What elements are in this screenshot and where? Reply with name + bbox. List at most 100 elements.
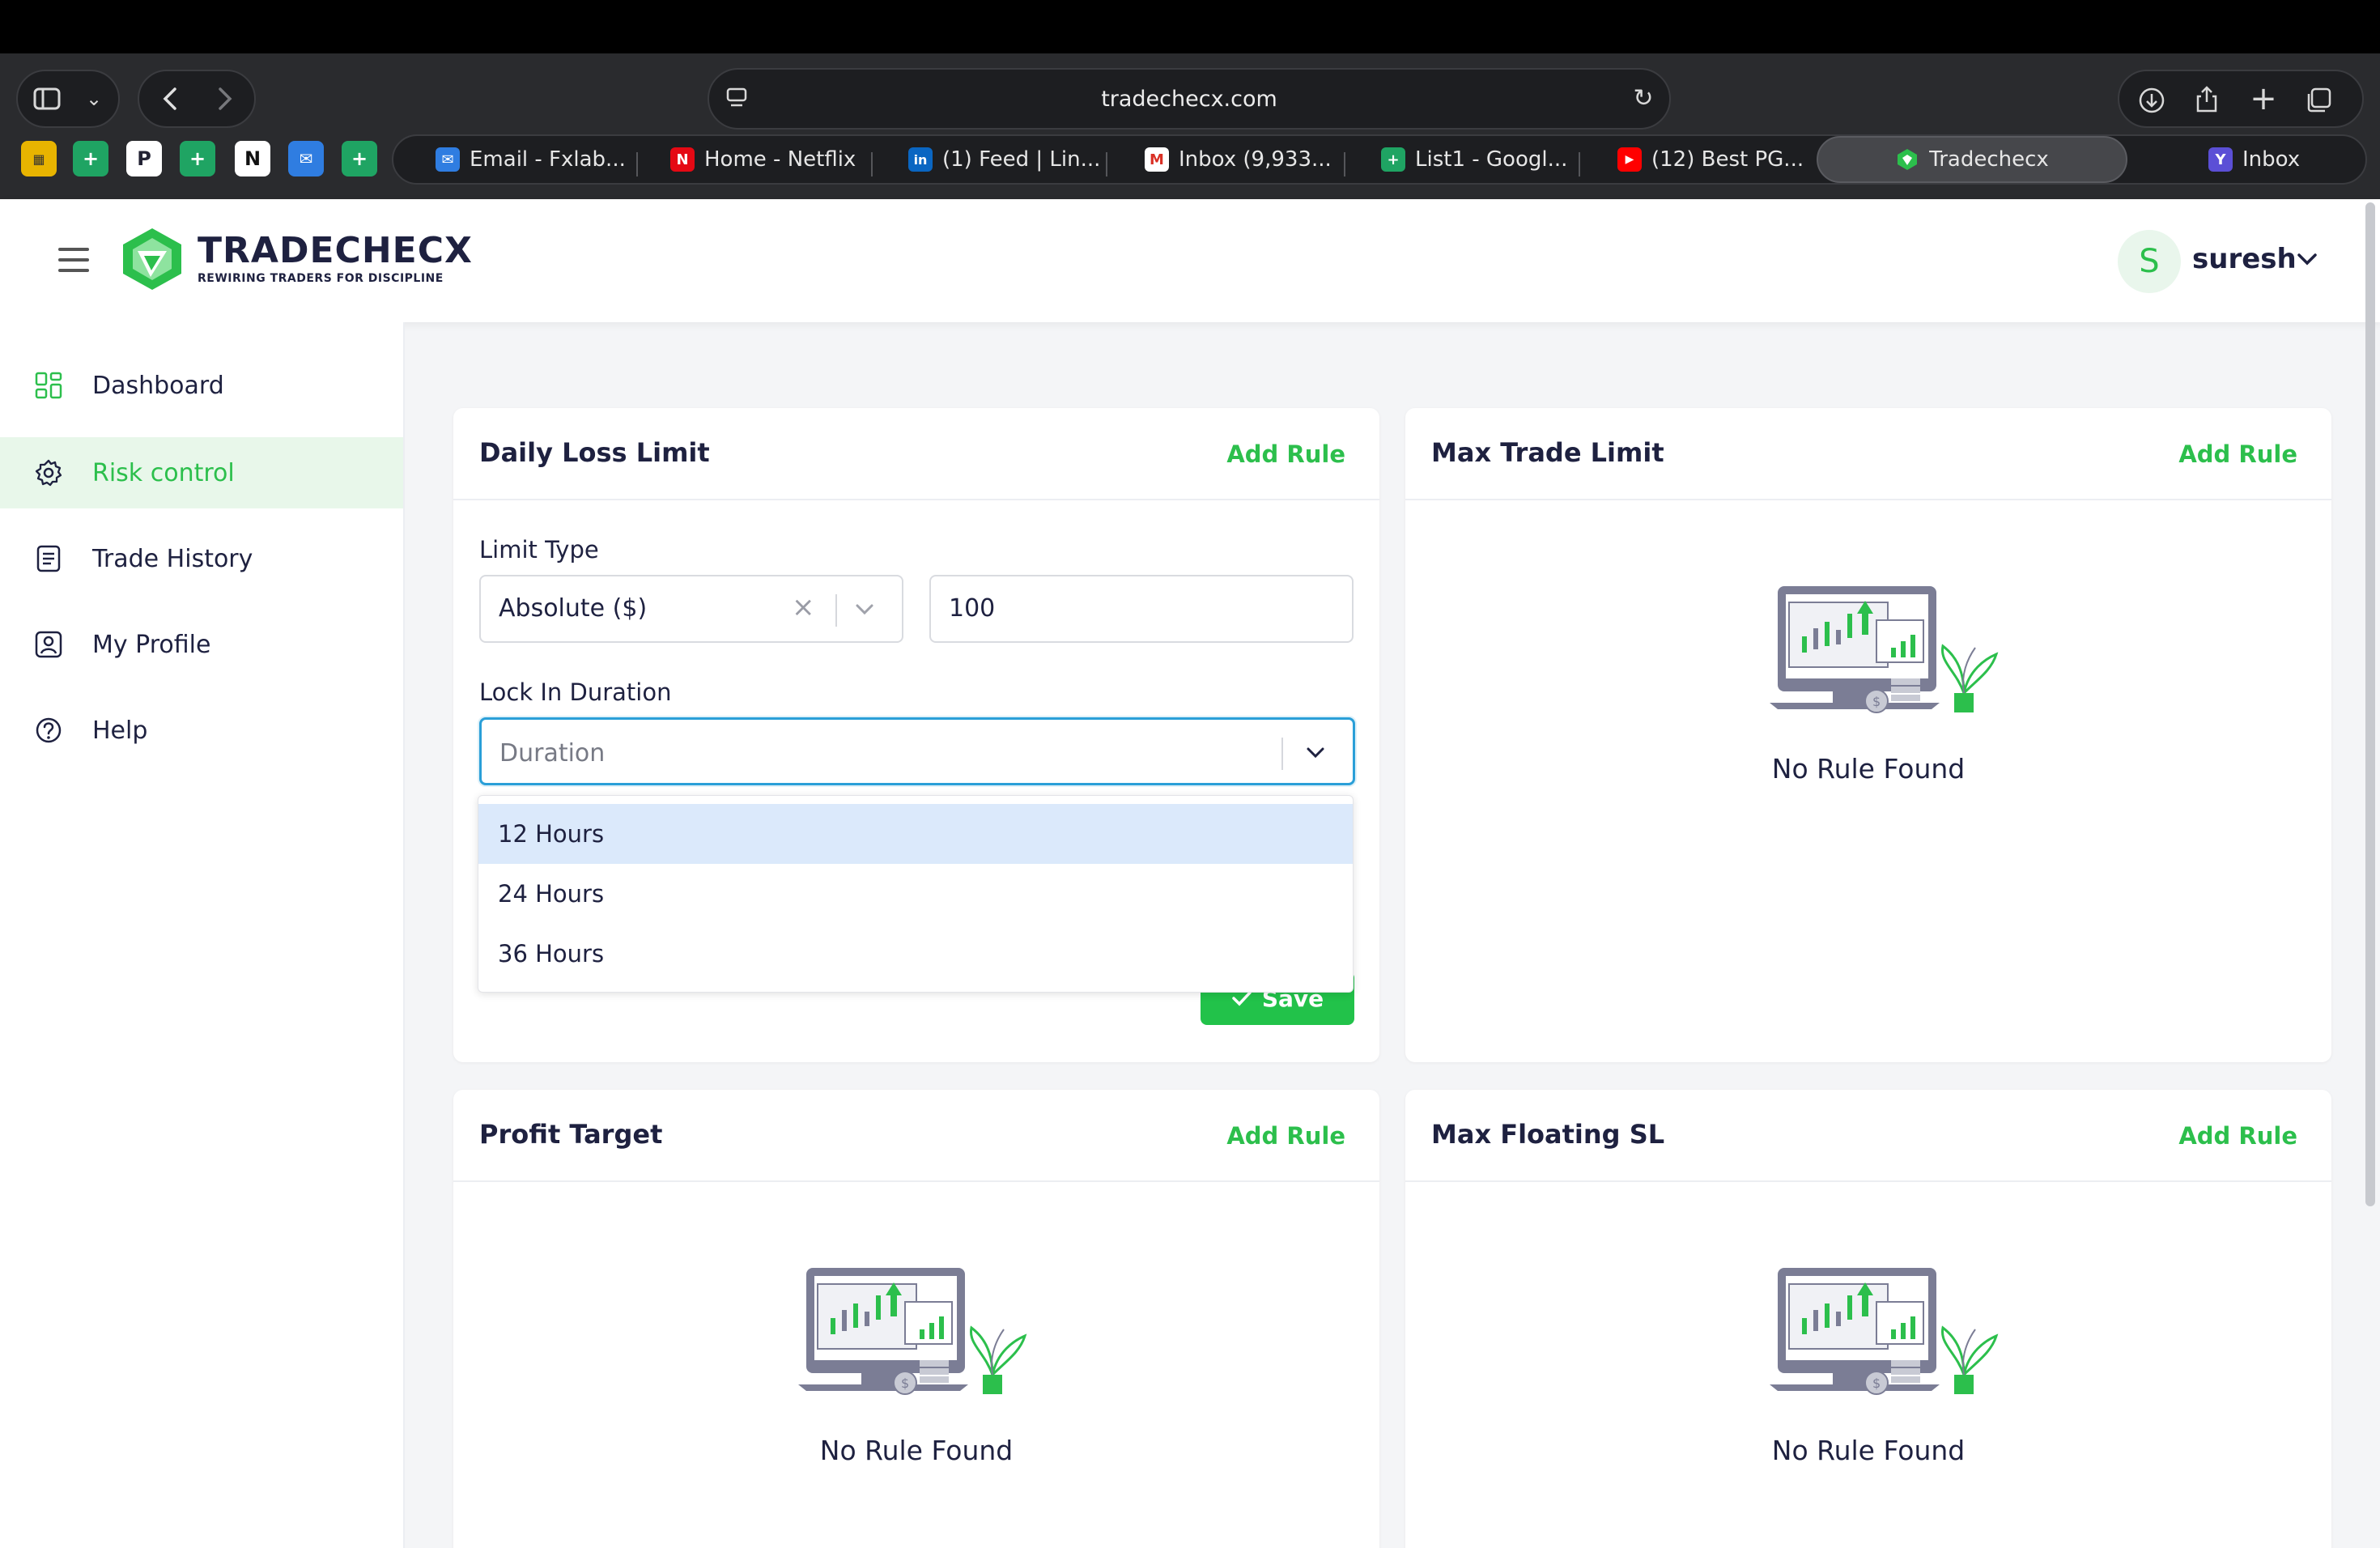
tab-overview-icon[interactable] bbox=[2302, 84, 2335, 117]
max-trade-limit-card: Max Trade Limit Add Rule $ No Rule Found bbox=[1405, 408, 2331, 1062]
app-header: TRADECHECX REWIRING TRADERS FOR DISCIPLI… bbox=[0, 199, 2380, 322]
empty-state-illustration-icon: $ bbox=[1770, 586, 1999, 713]
sidebar-icon bbox=[31, 83, 63, 115]
new-tab-icon[interactable]: + bbox=[2247, 83, 2280, 115]
tab-linkedin[interactable]: in (1) Feed | Lin... bbox=[886, 136, 1107, 183]
limit-amount-input[interactable]: 100 bbox=[929, 575, 1354, 643]
pinned-tab-notion-icon[interactable]: N bbox=[235, 141, 270, 176]
svg-text:$: $ bbox=[1872, 1376, 1881, 1391]
empty-state-text: No Rule Found bbox=[1771, 1435, 1966, 1466]
sidebar-item-risk-control[interactable]: Risk control bbox=[0, 437, 403, 508]
add-rule-button[interactable]: Add Rule bbox=[1226, 1122, 1345, 1150]
tab-yahoo-inbox[interactable]: Y Inbox bbox=[2186, 136, 2364, 183]
lock-duration-label: Lock In Duration bbox=[479, 678, 672, 706]
share-icon[interactable] bbox=[2191, 83, 2223, 115]
limit-type-select[interactable]: Absolute ($) × bbox=[479, 575, 903, 643]
netflix-icon: N bbox=[670, 147, 695, 172]
duration-option[interactable]: 36 Hours bbox=[478, 924, 1353, 984]
sidebar-item-trade-history[interactable]: Trade History bbox=[0, 523, 403, 594]
download-icon[interactable] bbox=[2136, 84, 2168, 117]
user-name[interactable]: suresh bbox=[2192, 243, 2297, 275]
pinned-tab-p-icon[interactable]: P bbox=[126, 141, 162, 176]
pinned-tab-sheets-icon[interactable]: + bbox=[73, 141, 108, 176]
tab-netflix[interactable]: N Home - Netflix bbox=[648, 136, 869, 183]
pinned-tab-outlook-icon[interactable]: ✉ bbox=[288, 141, 324, 176]
limit-amount-value: 100 bbox=[949, 594, 996, 623]
sidebar: Dashboard Risk control Trade History My … bbox=[0, 322, 405, 1548]
duration-option[interactable]: 24 Hours bbox=[478, 864, 1353, 924]
gear-icon bbox=[34, 458, 63, 487]
duration-select[interactable]: Duration bbox=[479, 717, 1355, 785]
duration-option[interactable]: 12 Hours bbox=[478, 804, 1353, 864]
system-menubar bbox=[0, 0, 2380, 53]
tab-bar: ▦ + P + N ✉ + ✉ Email - Fxlab... N Home … bbox=[0, 134, 2380, 191]
tab-google-sheets[interactable]: + List1 - Googl... bbox=[1358, 136, 1580, 183]
tab-separator bbox=[871, 152, 873, 176]
profit-target-card: Profit Target Add Rule $ No Rule Found bbox=[453, 1090, 1379, 1548]
yahoo-icon: Y bbox=[2208, 147, 2233, 172]
dashboard-icon bbox=[34, 371, 63, 400]
tab-youtube[interactable]: ▶ (12) Best PG... bbox=[1595, 136, 1817, 183]
sidebar-item-help[interactable]: Help bbox=[0, 695, 403, 766]
sidebar-item-label: My Profile bbox=[92, 630, 211, 659]
select-separator bbox=[1281, 738, 1283, 770]
help-icon bbox=[34, 716, 63, 745]
reload-icon[interactable]: ↻ bbox=[1627, 83, 1660, 115]
document-list-icon bbox=[34, 544, 63, 573]
svg-text:$: $ bbox=[901, 1376, 909, 1391]
menu-toggle-icon[interactable] bbox=[58, 248, 89, 272]
sidebar-item-label: Dashboard bbox=[92, 371, 224, 400]
add-rule-button[interactable]: Add Rule bbox=[2178, 1122, 2297, 1150]
brand-name: TRADECHECX bbox=[198, 230, 473, 271]
tab-separator bbox=[1579, 152, 1580, 176]
history-nav bbox=[138, 70, 256, 128]
sidebar-item-my-profile[interactable]: My Profile bbox=[0, 609, 403, 680]
clear-icon[interactable]: × bbox=[792, 591, 815, 623]
pinned-tab-sheets-icon[interactable]: + bbox=[180, 141, 215, 176]
chevron-down-icon: ⌄ bbox=[85, 87, 103, 110]
chevron-down-icon[interactable] bbox=[853, 596, 876, 624]
empty-state-text: No Rule Found bbox=[819, 1435, 1014, 1466]
tab-tradechecx[interactable]: Tradechecx bbox=[1817, 136, 2127, 183]
sidebar-toggle-button[interactable]: ⌄ bbox=[16, 70, 120, 128]
duration-dropdown-menu: 12 Hours 24 Hours 36 Hours bbox=[478, 795, 1354, 993]
back-icon[interactable] bbox=[154, 83, 186, 115]
sidebar-item-label: Help bbox=[92, 716, 148, 745]
sidebar-item-dashboard[interactable]: Dashboard bbox=[0, 350, 403, 421]
limit-type-value: Absolute ($) bbox=[499, 594, 648, 623]
card-header: Max Trade Limit Add Rule bbox=[1405, 408, 2331, 500]
tradechecx-favicon-icon bbox=[1895, 147, 1919, 172]
tab-email[interactable]: ✉ Email - Fxlab... bbox=[413, 136, 635, 183]
sidebar-item-label: Risk control bbox=[92, 458, 235, 487]
card-header: Max Floating SL Add Rule bbox=[1405, 1090, 2331, 1182]
sheets-icon: + bbox=[1381, 147, 1405, 172]
card-header: Profit Target Add Rule bbox=[453, 1090, 1379, 1182]
tab-gmail[interactable]: M Inbox (9,933... bbox=[1122, 136, 1344, 183]
chevron-down-icon[interactable] bbox=[2296, 246, 2318, 274]
add-rule-button[interactable]: Add Rule bbox=[2178, 440, 2297, 468]
pinned-tab-sheet-icon[interactable]: ▦ bbox=[21, 141, 57, 176]
card-title: Max Trade Limit bbox=[1431, 437, 1664, 468]
profile-icon bbox=[34, 630, 63, 659]
empty-state-illustration-icon: $ bbox=[1770, 1268, 1999, 1395]
chevron-down-icon[interactable] bbox=[1304, 739, 1327, 768]
gmail-icon: M bbox=[1145, 147, 1169, 172]
empty-state-illustration-icon: $ bbox=[798, 1268, 1027, 1395]
add-rule-button[interactable]: Add Rule bbox=[1226, 440, 1345, 468]
max-floating-sl-card: Max Floating SL Add Rule $ No Rule Found bbox=[1405, 1090, 2331, 1548]
linkedin-icon: in bbox=[908, 147, 933, 172]
pinned-tab-sheets-icon[interactable]: + bbox=[342, 141, 377, 176]
address-bar[interactable]: tradechecx.com ↻ bbox=[708, 68, 1671, 130]
svg-text:$: $ bbox=[1872, 694, 1881, 709]
avatar[interactable]: S bbox=[2118, 230, 2181, 293]
card-title: Daily Loss Limit bbox=[479, 437, 710, 468]
empty-state-text: No Rule Found bbox=[1771, 753, 1966, 785]
card-header: Daily Loss Limit Add Rule bbox=[453, 408, 1379, 500]
card-title: Profit Target bbox=[479, 1119, 663, 1150]
duration-placeholder: Duration bbox=[499, 739, 606, 768]
tab-separator bbox=[1344, 152, 1345, 176]
forward-icon[interactable] bbox=[209, 83, 241, 115]
outlook-icon: ✉ bbox=[436, 147, 460, 172]
url-text: tradechecx.com bbox=[1101, 86, 1277, 112]
page-scrollbar[interactable] bbox=[2365, 202, 2375, 1206]
